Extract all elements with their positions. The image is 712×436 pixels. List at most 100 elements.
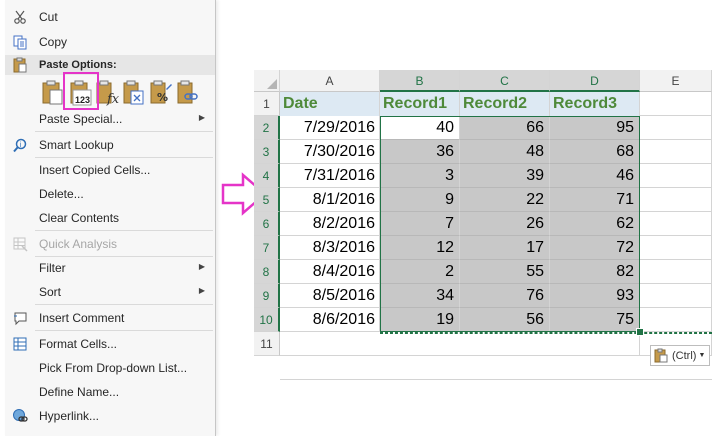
value-cell[interactable]: 68 [550, 140, 640, 164]
paste-options-header: Paste Options: [5, 55, 215, 75]
value-cell[interactable]: 7 [380, 212, 460, 236]
value-cell[interactable]: 72 [550, 236, 640, 260]
menu-item-label: Delete... [39, 187, 84, 201]
select-all-corner[interactable] [254, 70, 280, 92]
context-menu: Cut Copy Paste Options: 123 fx % Paste S… [5, 0, 216, 436]
value-cell[interactable]: 56 [460, 308, 550, 332]
menu-item-define-name[interactable]: Define Name... [5, 381, 215, 403]
date-cell[interactable]: 8/2/2016 [280, 212, 380, 236]
value-cell[interactable]: 34 [380, 284, 460, 308]
row-header-9[interactable]: 9 [254, 284, 280, 308]
row-header-8[interactable]: 8 [254, 260, 280, 284]
menu-separator [35, 131, 213, 132]
header-cell[interactable]: Record3 [550, 92, 640, 116]
value-cell[interactable]: 40 [380, 116, 460, 140]
menu-item-cut[interactable]: Cut [5, 6, 215, 28]
value-cell[interactable]: 26 [460, 212, 550, 236]
value-cell[interactable]: 9 [380, 188, 460, 212]
value-cell[interactable]: 82 [550, 260, 640, 284]
menu-item-insert-comment[interactable]: Insert Comment [5, 307, 215, 329]
menu-item-sort[interactable]: Sort ▶ [5, 281, 215, 303]
paste-icon[interactable] [41, 79, 65, 109]
paste-ctrl-button[interactable]: (Ctrl) ▼ [650, 345, 710, 366]
column-header-e[interactable]: E [640, 70, 712, 92]
menu-item-label: Smart Lookup [39, 138, 114, 152]
header-cell[interactable]: Record2 [460, 92, 550, 116]
paste-formatting-icon[interactable]: % [149, 79, 173, 109]
copy-icon [12, 34, 28, 50]
menu-item-label: Format Cells... [39, 337, 118, 351]
menu-item-quick-analysis: Quick Analysis [5, 233, 215, 255]
menu-item-filter[interactable]: Filter ▶ [5, 257, 215, 279]
menu-item-smart-lookup[interactable]: i Smart Lookup [5, 134, 215, 156]
menu-item-label: Define Name... [39, 385, 120, 399]
menu-item-hyperlink[interactable]: Hyperlink... [5, 405, 215, 427]
row-header-3[interactable]: 3 [254, 140, 280, 164]
row-header-10[interactable]: 10 [254, 308, 280, 332]
value-cell[interactable]: 95 [550, 116, 640, 140]
date-cell[interactable]: 7/30/2016 [280, 140, 380, 164]
value-cell[interactable]: 71 [550, 188, 640, 212]
value-cell[interactable]: 76 [460, 284, 550, 308]
menu-item-copy[interactable]: Copy [5, 31, 215, 53]
value-cell[interactable]: 36 [380, 140, 460, 164]
menu-item-clear-contents[interactable]: Clear Contents [5, 207, 215, 229]
menu-item-label: Copy [39, 35, 68, 49]
menu-item-label: Insert Comment [39, 311, 125, 325]
paste-transpose-icon[interactable] [122, 79, 146, 109]
value-cell[interactable]: 2 [380, 260, 460, 284]
date-cell[interactable]: 8/5/2016 [280, 284, 380, 308]
date-cell[interactable]: 8/6/2016 [280, 308, 380, 332]
menu-item-insert-copied-cells[interactable]: Insert Copied Cells... [5, 159, 215, 181]
row-header-7[interactable]: 7 [254, 236, 280, 260]
paste-link-icon[interactable] [176, 79, 200, 109]
menu-item-label: Paste Special... [39, 112, 123, 126]
value-cell[interactable]: 75 [550, 308, 640, 332]
menu-item-delete[interactable]: Delete... [5, 183, 215, 205]
row-header-11[interactable]: 11 [254, 332, 280, 356]
column-header-b[interactable]: B [380, 70, 460, 92]
value-cell[interactable]: 66 [460, 116, 550, 140]
value-cell[interactable]: 3 [380, 164, 460, 188]
header-cell[interactable]: Date [280, 92, 380, 116]
value-cell[interactable]: 39 [460, 164, 550, 188]
value-cell[interactable]: 62 [550, 212, 640, 236]
date-cell[interactable]: 8/4/2016 [280, 260, 380, 284]
menu-separator [35, 304, 213, 305]
gridline [280, 355, 712, 356]
menu-separator [35, 157, 213, 158]
value-cell[interactable]: 46 [550, 164, 640, 188]
submenu-arrow-icon: ▶ [198, 286, 205, 295]
value-cell[interactable]: 22 [460, 188, 550, 212]
date-cell[interactable]: 8/1/2016 [280, 188, 380, 212]
value-cell[interactable]: 48 [460, 140, 550, 164]
fill-handle[interactable] [636, 328, 644, 336]
menu-item-label: Filter [39, 261, 66, 275]
header-cell[interactable]: Record1 [380, 92, 460, 116]
date-cell[interactable]: 8/3/2016 [280, 236, 380, 260]
menu-item-format-cells[interactable]: Format Cells... [5, 333, 215, 355]
menu-item-label: Sort [39, 285, 62, 299]
column-header-c[interactable]: C [460, 70, 550, 92]
row-header-4[interactable]: 4 [254, 164, 280, 188]
menu-item-paste-special[interactable]: Paste Special... ▶ [5, 108, 215, 130]
row-header-2[interactable]: 2 [254, 116, 280, 140]
value-cell[interactable]: 93 [550, 284, 640, 308]
column-header-a[interactable]: A [280, 70, 380, 92]
date-cell[interactable]: 7/31/2016 [280, 164, 380, 188]
clipboard-icon [654, 348, 669, 363]
value-cell[interactable]: 17 [460, 236, 550, 260]
row-header-6[interactable]: 6 [254, 212, 280, 236]
value-cell[interactable]: 12 [380, 236, 460, 260]
row-header-1[interactable]: 1 [254, 92, 280, 116]
hyperlink-icon [12, 408, 28, 424]
date-cell[interactable]: 7/29/2016 [280, 116, 380, 140]
value-cell[interactable]: 55 [460, 260, 550, 284]
value-cell[interactable]: 19 [380, 308, 460, 332]
row-header-5[interactable]: 5 [254, 188, 280, 212]
menu-item-pick-from-list[interactable]: Pick From Drop-down List... [5, 357, 215, 379]
column-header-d[interactable]: D [550, 70, 640, 92]
comment-icon [12, 310, 28, 326]
menu-item-label: Pick From Drop-down List... [39, 361, 188, 375]
menu-item-label: Insert Copied Cells... [39, 163, 151, 177]
